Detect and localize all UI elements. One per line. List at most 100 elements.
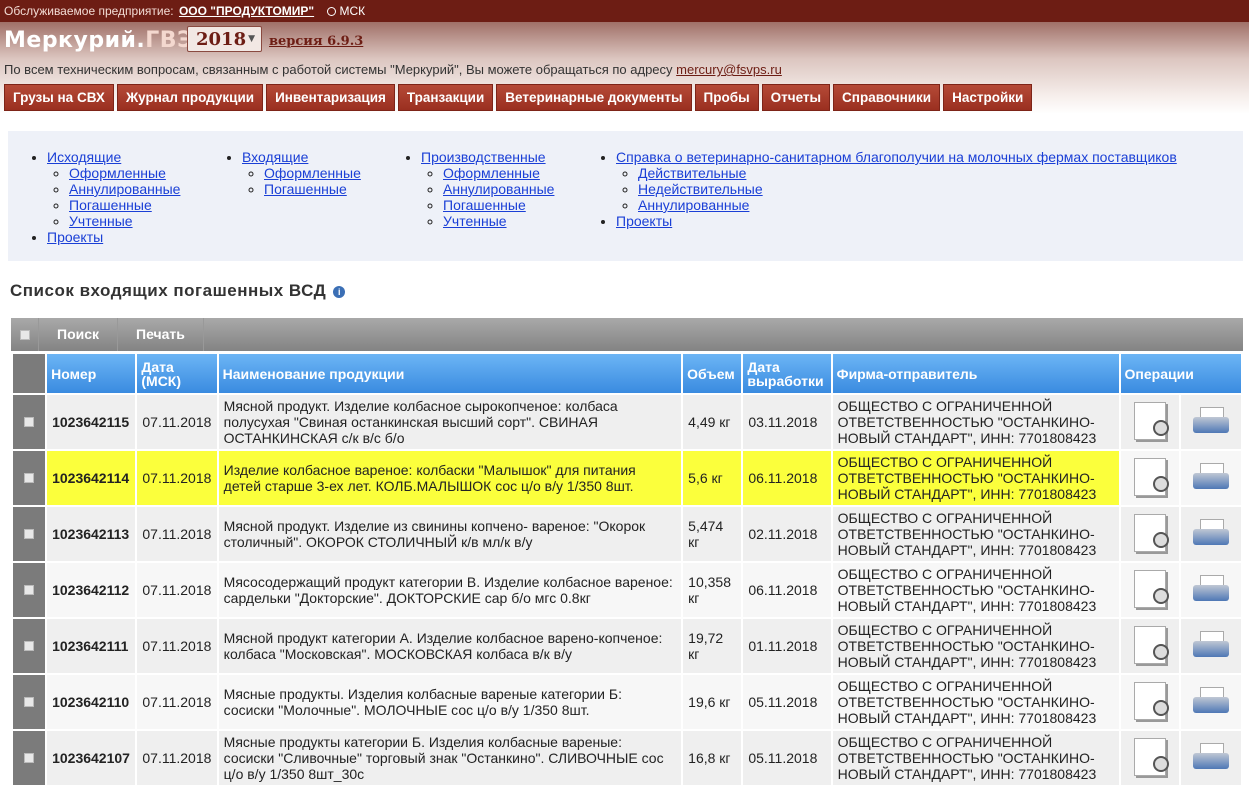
search-button[interactable]: Поиск [39,318,119,351]
menu-item-vet-docs[interactable]: Ветеринарные документы [496,84,692,111]
filter-reference-projects[interactable]: Проекты [616,213,672,229]
select-all-checkbox[interactable] [11,318,39,351]
print-row-button[interactable] [1180,393,1241,449]
filter-incoming[interactable]: Входящие [242,149,308,165]
header-date[interactable]: Дата (МСК) [137,354,217,393]
menu-item-samples[interactable]: Пробы [694,84,759,111]
filter-outgoing[interactable]: Исходящие [47,149,121,165]
cell-product: Мясной продукт. Изделие колбасное сыроко… [218,393,682,449]
row-checkbox[interactable] [13,449,46,505]
enterprise-link[interactable]: ООО "ПРОДУКТОМИР" [179,4,314,18]
logo-main: Меркурий. [4,28,146,53]
cell-sender: ОБЩЕСТВО С ОГРАНИЧЕННОЙ ОТВЕТСТВЕННОСТЬЮ… [832,561,1119,617]
filter-outgoing-accounted[interactable]: Учтенные [69,213,133,229]
print-row-button[interactable] [1180,449,1241,505]
menu-item-settings[interactable]: Настройки [943,84,1033,111]
view-button[interactable] [1120,617,1179,673]
checkbox-box [24,585,35,595]
cell-volume: 10,358 кг [683,561,742,617]
table-row: 1023642115 07.11.2018 Мясной продукт. Изде… [13,393,1241,449]
table-row: 1023642110 07.11.2018 Мясные продукты. Изд… [13,673,1241,729]
filter-projects[interactable]: Проекты [47,229,103,245]
cell-number: 1023642115 [47,393,136,449]
view-button[interactable] [1120,449,1179,505]
cell-product: Мясосодержащий продукт категории В. Изде… [218,561,682,617]
cell-date: 07.11.2018 [137,673,217,729]
filter-outgoing-redeemed[interactable]: Погашенные [69,197,152,213]
filter-production-redeemed[interactable]: Погашенные [443,197,526,213]
cell-production-date: 05.11.2018 [743,673,831,729]
filter-reference-valid[interactable]: Действительные [638,165,746,181]
row-checkbox[interactable] [13,617,46,673]
row-checkbox[interactable] [13,729,46,785]
header-product[interactable]: Наименование продукции [218,354,682,393]
menu-item-journal[interactable]: Журнал продукции [116,84,264,111]
view-document-icon [1133,513,1169,552]
filter-production-accounted[interactable]: Учтенные [443,213,507,229]
menu-item-references[interactable]: Справочники [833,84,941,111]
cell-production-date: 03.11.2018 [743,393,831,449]
version-link[interactable]: версия 6.9.3 [269,34,363,49]
table-row: 1023642113 07.11.2018 Мясной продукт. Изде… [13,505,1241,561]
checkbox-box [24,697,35,707]
menu-item-transactions[interactable]: Транзакции [397,84,494,111]
view-button[interactable] [1120,505,1179,561]
cell-date: 07.11.2018 [137,505,217,561]
header-production-date[interactable]: Дата выработки [743,354,831,393]
print-row-button[interactable] [1180,617,1241,673]
row-checkbox[interactable] [13,393,46,449]
row-checkbox[interactable] [13,561,46,617]
row-checkbox[interactable] [13,505,46,561]
year-select[interactable]: 2018 ▼ [187,26,262,52]
cell-number: 1023642111 [47,617,136,673]
cell-volume: 16,8 кг [683,729,742,785]
view-button[interactable] [1120,561,1179,617]
filter-incoming-issued[interactable]: Оформленные [264,165,361,181]
view-button[interactable] [1120,673,1179,729]
menu-item-reports[interactable]: Отчеты [761,84,831,111]
row-checkbox[interactable] [13,673,46,729]
cell-production-date: 06.11.2018 [743,449,831,505]
filter-incoming-redeemed[interactable]: Погашенные [264,181,347,197]
filter-panel: Исходящие Оформленные Аннулированные Пог… [8,131,1243,261]
print-row-button[interactable] [1180,673,1241,729]
logo: Меркурий.ГВЭ [4,28,194,53]
support-email-link[interactable]: mercury@fsvps.ru [676,62,782,77]
view-button[interactable] [1120,393,1179,449]
table-row: 1023642107 07.11.2018 Мясные продукты кате… [13,729,1241,785]
page-title-text: Список входящих погашенных ВСД [10,281,327,300]
filter-reference-cancelled[interactable]: Аннулированные [638,197,749,213]
printer-icon [1192,630,1229,659]
printer-icon [1192,518,1229,547]
info-icon[interactable]: i [333,286,346,298]
checkbox-box [24,641,35,651]
menu-item-svh[interactable]: Грузы на СВХ [4,84,114,111]
checkbox-box [24,529,35,539]
cell-date: 07.11.2018 [137,729,217,785]
year-value: 2018 [196,29,247,50]
filter-reference[interactable]: Справка о ветеринарно-санитарном благопо… [616,149,1177,165]
cell-number: 1023642110 [47,673,136,729]
cell-product: Мясные продукты категории Б. Изделия кол… [218,729,682,785]
filter-production-issued[interactable]: Оформленные [443,165,540,181]
filter-outgoing-issued[interactable]: Оформленные [69,165,166,181]
table-row: 1023642112 07.11.2018 Мясосодержащий проду… [13,561,1241,617]
print-row-button[interactable] [1180,729,1241,785]
print-row-button[interactable] [1180,505,1241,561]
checkbox-box [24,753,35,763]
header-sender[interactable]: Фирма-отправитель [832,354,1119,393]
filter-production[interactable]: Производственные [421,149,546,165]
print-button[interactable]: Печать [118,318,204,351]
view-document-icon [1133,737,1169,776]
header-volume[interactable]: Объем [683,354,742,393]
menu-item-inventory[interactable]: Инвентаризация [266,84,395,111]
filter-production-cancelled[interactable]: Аннулированные [443,181,554,197]
header-number[interactable]: Номер [47,354,136,393]
filter-reference-invalid[interactable]: Недействительные [638,181,763,197]
view-button[interactable] [1120,729,1179,785]
print-row-button[interactable] [1180,561,1241,617]
filter-outgoing-cancelled[interactable]: Аннулированные [69,181,180,197]
cell-volume: 19,72 кг [683,617,742,673]
table-row: 1023642111 07.11.2018 Мясной продукт катег… [13,617,1241,673]
cell-volume: 5,474 кг [683,505,742,561]
